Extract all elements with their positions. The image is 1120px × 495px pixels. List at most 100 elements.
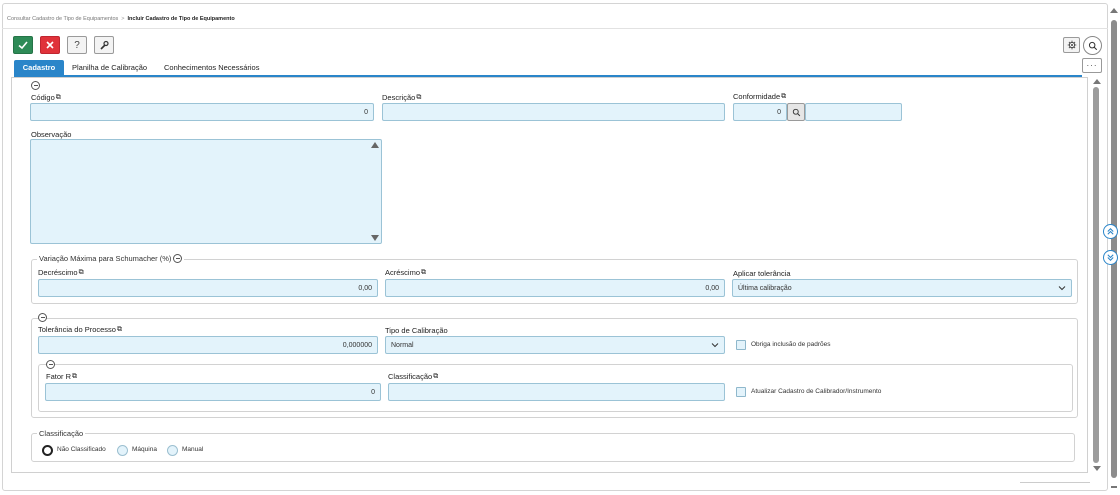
scroll-down-arrow-icon[interactable] [1093,466,1101,471]
breadcrumb-parent-link[interactable]: Consultar Cadastro de Tipo de Equipament… [7,16,118,22]
descricao-field[interactable] [382,103,725,121]
descricao-label-text: Descrição [382,93,416,102]
check-icon [18,41,28,50]
conformidade-label: Conformidade⧉ [733,92,786,101]
radio-manual-label: Manual [182,446,204,453]
copy-icon[interactable]: ⧉ [117,326,122,333]
tab-planilha-calibracao[interactable]: Planilha de Calibração [66,60,153,75]
search-icon [1088,41,1097,50]
double-chevron-down-icon [1107,254,1114,261]
classificacao-label-text: Classificação [388,372,433,381]
wrench-icon [100,40,109,50]
schumacher-legend: Variação Máxima para Schumacher (%) [37,254,185,263]
tolerancia-label-text: Tolerância do Processo [38,325,116,334]
radio-maquina[interactable] [117,445,128,456]
tools-button[interactable] [94,36,114,54]
observacao-textarea[interactable] [30,139,382,244]
chevron-down-icon [1058,286,1066,291]
acrescimo-label-text: Acréscimo [385,268,421,277]
tab-label: Conhecimentos Necessários [164,63,260,72]
page-scroll-down-icon[interactable] [1111,486,1117,488]
codigo-label: Código⧉ [31,93,61,102]
fator-r-field[interactable]: 0 [45,383,381,401]
search-button[interactable] [1083,36,1102,55]
breadcrumb-divider [2,28,1108,29]
scrollbar-thumb[interactable] [1093,87,1099,463]
more-icon: ··· [1086,61,1098,70]
copy-icon[interactable]: ⧉ [72,373,77,380]
copy-icon[interactable]: ⧉ [781,93,786,100]
codigo-label-text: Código [31,93,55,102]
codigo-field[interactable]: 0 [30,103,374,121]
tab-label: Cadastro [22,63,56,72]
more-options-button[interactable]: ··· [1082,58,1102,73]
classificacao-legend: Classificação [37,429,86,438]
scroll-bottom-button[interactable] [1103,250,1118,265]
page-scrollbar-thumb[interactable] [1111,20,1117,478]
gear-icon [1067,40,1076,50]
aplicar-tolerancia-label: Aplicar tolerância [733,269,791,278]
conformidade-description-field[interactable] [805,103,902,121]
descricao-label: Descrição⧉ [382,93,421,102]
breadcrumb-separator: > [121,16,125,22]
radio-nao-classificado-label: Não Classificado [57,446,106,453]
breadcrumb: Consultar Cadastro de Tipo de Equipament… [7,16,235,22]
decrescimo-label-text: Decréscimo [38,268,78,277]
tab-conhecimentos[interactable]: Conhecimentos Necessários [158,60,265,75]
page-scroll-up-icon[interactable] [1110,8,1118,13]
aplicar-tolerancia-select[interactable]: Última calibração [732,279,1072,297]
scroll-up-arrow-icon[interactable] [1093,79,1101,84]
obriga-padroes-label: Obriga inclusão de padrões [751,341,831,348]
collapse-section-icon[interactable] [31,81,40,90]
confirm-button[interactable] [13,36,33,54]
textarea-scroll-up-icon[interactable] [371,142,379,148]
atualizar-cadastro-label: Atualizar Cadastro de Calibrador/Instrum… [751,388,882,395]
radio-maquina-label: Máquina [132,446,157,453]
classificacao-legend-text: Classificação [39,429,84,438]
page-scrollbar[interactable] [1110,8,1118,488]
collapse-section-icon[interactable] [38,313,47,322]
conformidade-search-button[interactable] [787,103,805,121]
radio-nao-classificado[interactable] [42,445,53,456]
tab-label: Planilha de Calibração [72,63,148,72]
help-button[interactable]: ? [67,36,87,54]
search-icon [792,108,800,116]
fator-r-label: Fator R⧉ [46,372,77,381]
tipo-calibracao-value: Normal [391,341,414,349]
acrescimo-label: Acréscimo⧉ [385,268,426,277]
observacao-label: Observação [31,130,72,139]
tolerancia-processo-field[interactable]: 0,000000 [38,336,378,354]
form-scrollbar[interactable] [1092,77,1102,473]
copy-icon[interactable]: ⧉ [416,94,421,101]
radio-manual[interactable] [167,445,178,456]
copy-icon[interactable]: ⧉ [79,269,84,276]
copy-icon[interactable]: ⧉ [56,94,61,101]
scroll-top-button[interactable] [1103,224,1118,239]
decrescimo-label: Decréscimo⧉ [38,268,84,277]
help-icon: ? [74,39,80,51]
cancel-button[interactable] [40,36,60,54]
collapse-section-icon[interactable] [173,254,183,263]
footer-divider [1020,482,1090,483]
settings-button[interactable] [1063,37,1080,53]
classificacao-field[interactable] [388,383,725,401]
acrescimo-field[interactable]: 0,00 [385,279,725,297]
close-icon [46,41,54,49]
tipo-calibracao-label: Tipo de Calibração [385,326,448,335]
double-chevron-up-icon [1107,228,1114,235]
copy-icon[interactable]: ⧉ [421,269,426,276]
tab-cadastro[interactable]: Cadastro [14,60,64,75]
collapse-section-icon[interactable] [46,360,55,369]
conformidade-label-text: Conformidade [733,92,781,101]
decrescimo-field[interactable]: 0,00 [38,279,378,297]
breadcrumb-current: Incluir Cadastro de Tipo de Equipamento [127,16,235,22]
copy-icon[interactable]: ⧉ [433,373,438,380]
atualizar-cadastro-checkbox[interactable] [736,387,746,397]
obriga-padroes-checkbox[interactable] [736,340,746,350]
classificacao-label: Classificação⧉ [388,372,438,381]
aplicar-tolerancia-value: Última calibração [738,284,792,292]
conformidade-code-field[interactable]: 0 [733,103,787,121]
schumacher-legend-text: Variação Máxima para Schumacher (%) [39,254,172,263]
tipo-calibracao-select[interactable]: Normal [385,336,725,354]
textarea-scroll-down-icon[interactable] [371,235,379,241]
